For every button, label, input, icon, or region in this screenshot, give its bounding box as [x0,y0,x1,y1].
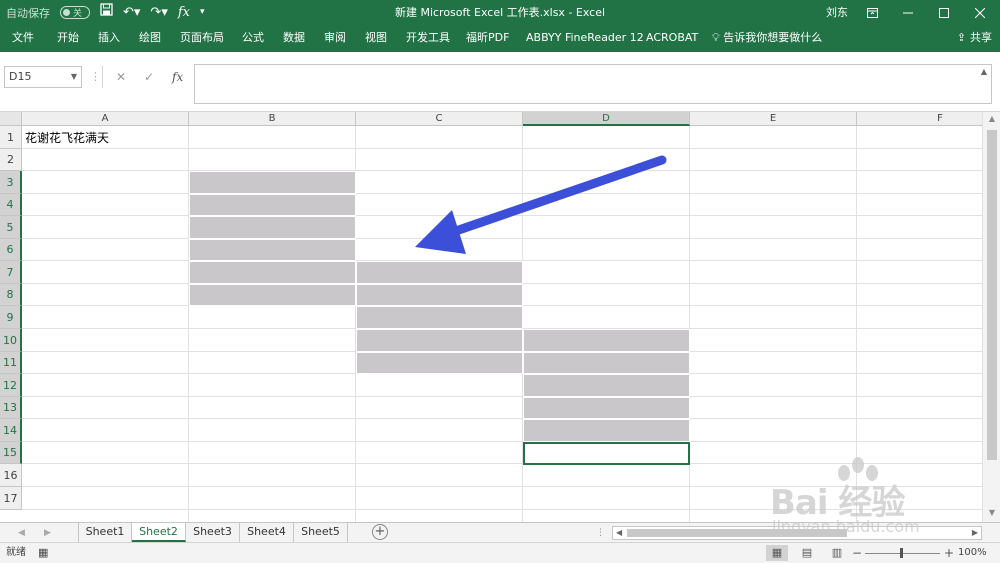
vertical-scrollbar[interactable]: ▲ ▼ [982,112,1000,522]
autosave-state: 关 [73,9,83,19]
zoom-level[interactable]: 100% [958,543,987,563]
tab-abbyy[interactable]: ABBYY FineReader 12 [526,25,644,51]
zoom-in-icon[interactable]: + [944,543,954,563]
sheet-tab-sheet4[interactable]: Sheet4 [240,523,294,542]
tab-foxit-pdf[interactable]: 福昕PDF [466,25,509,51]
redo-icon[interactable]: ↷▾ [150,0,167,25]
tab-draw[interactable]: 绘图 [139,25,161,51]
tab-review[interactable]: 审阅 [324,25,346,51]
status-ready: 就绪 [6,547,26,558]
horizontal-scrollbar[interactable]: ◀ ▶ [612,526,982,540]
page-break-view-icon[interactable]: ▥ [826,545,848,561]
zoom-out-icon[interactable]: − [852,543,862,563]
tab-data[interactable]: 数据 [283,25,305,51]
scroll-left-icon[interactable]: ◀ [616,527,622,539]
scroll-right-icon[interactable]: ▶ [972,527,978,539]
horizontal-scroll-thumb[interactable] [627,529,847,537]
sheet-tab-sheet2[interactable]: Sheet2 [132,523,186,542]
tab-file[interactable]: 文件 [12,25,34,51]
sheet-tab-sheet3[interactable]: Sheet3 [186,523,240,542]
ribbon-tabs: 文件 开始 插入 绘图 页面布局 公式 数据 审阅 视图 开发工具 福昕PDF … [0,25,1000,52]
title-bar: 自动保存 关 ↶▾ ↷▾ fx ▾ 新建 Microsoft Excel 工作表… [0,0,1000,25]
tab-home[interactable]: 开始 [57,25,79,51]
insert-function-button[interactable]: fx [172,66,183,88]
tell-me-text: 告诉我你想要做什么 [723,31,823,44]
maximize-icon[interactable] [926,0,962,25]
name-box-value: D15 [9,70,32,83]
worksheet-grid: A B C D E F 1 2 3 4 5 6 7 8 9 10 11 12 1… [0,112,1000,522]
tab-developer[interactable]: 开发工具 [406,25,450,51]
scroll-down-icon[interactable]: ▼ [983,508,1000,517]
status-bar: 就绪 ▦ ▦ ▤ ▥ − + 100% [0,542,1000,563]
tab-formulas[interactable]: 公式 [242,25,264,51]
expand-formula-icon[interactable]: ▲ [981,67,987,76]
share-icon: ⇪ [956,31,966,44]
next-sheet-icon[interactable]: ▶ [44,523,51,543]
sheet-tab-sheet5[interactable]: Sheet5 [294,523,348,542]
normal-view-icon[interactable]: ▦ [766,545,788,561]
ribbon-display-icon[interactable] [854,0,890,25]
annotation-arrow-icon [415,155,667,254]
close-icon[interactable] [962,0,998,25]
sheet-tabs-bar: ◀ ▶ Sheet1 Sheet2 Sheet3 Sheet4 Sheet5 +… [0,522,1000,542]
macro-record-icon[interactable]: ▦ [38,543,48,563]
toggle-knob [63,9,70,16]
formula-bar: D15 ▼ ⋮ ✕ ✓ fx ▲ [0,52,1000,112]
zoom-slider-thumb[interactable] [900,548,903,558]
chevron-down-icon[interactable]: ▼ [71,67,77,87]
tab-acrobat[interactable]: ACROBAT [646,25,698,51]
share-button[interactable]: ⇪ 共享 [957,25,992,51]
scroll-up-icon[interactable]: ▲ [983,114,1000,123]
add-sheet-icon[interactable]: + [372,524,388,540]
formula-bar-divider [102,66,103,88]
formula-input[interactable]: ▲ [194,64,992,104]
formula-bar-grip-icon[interactable]: ⋮ [90,66,101,88]
enter-icon[interactable]: ✓ [144,66,154,88]
user-name[interactable]: 刘东 [826,0,848,25]
undo-icon[interactable]: ↶▾ [123,0,140,25]
customize-qat-icon[interactable]: ▾ [200,0,205,25]
share-label: 共享 [970,31,992,44]
function-icon[interactable]: fx [178,0,190,25]
tab-split-grip-icon[interactable]: ⋮ [596,523,605,543]
tell-me-search[interactable]: 💡︎ 告诉我你想要做什么 [712,25,822,51]
tab-insert[interactable]: 插入 [98,25,120,51]
page-layout-view-icon[interactable]: ▤ [796,545,818,561]
name-box[interactable]: D15 ▼ [4,66,82,88]
autosave-label: 自动保存 [6,6,50,20]
lightbulb-icon: 💡︎ [712,31,720,44]
autosave-toggle[interactable]: 关 [60,6,90,19]
quick-access-toolbar: 自动保存 关 ↶▾ ↷▾ fx ▾ [6,0,205,25]
save-icon[interactable] [100,0,113,25]
sheet-tab-sheet1[interactable]: Sheet1 [78,523,132,542]
prev-sheet-icon[interactable]: ◀ [18,523,25,543]
minimize-icon[interactable] [890,0,926,25]
tab-view[interactable]: 视图 [365,25,387,51]
cancel-icon[interactable]: ✕ [116,66,126,88]
tab-page-layout[interactable]: 页面布局 [180,25,224,51]
vertical-scroll-thumb[interactable] [987,130,997,460]
